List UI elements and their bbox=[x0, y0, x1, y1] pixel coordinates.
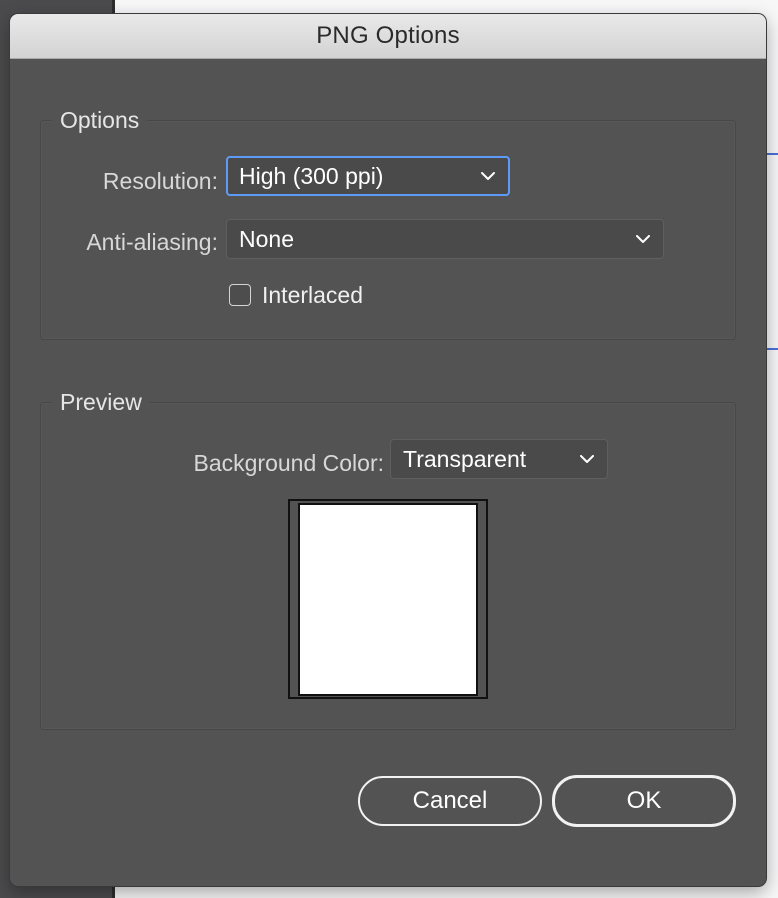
resolution-label: Resolution: bbox=[102, 168, 218, 194]
antialiasing-label: Anti-aliasing: bbox=[86, 229, 218, 255]
antialiasing-select[interactable]: None bbox=[226, 219, 664, 259]
chevron-down-icon bbox=[635, 231, 651, 247]
interlaced-label[interactable]: Interlaced bbox=[262, 282, 363, 309]
chevron-down-icon bbox=[480, 168, 496, 184]
dialog-title: PNG Options bbox=[316, 22, 460, 49]
canvas-guide-line bbox=[766, 348, 778, 350]
interlaced-checkbox[interactable] bbox=[229, 284, 251, 306]
preview-thumbnail-page bbox=[298, 503, 478, 696]
chevron-down-icon bbox=[579, 451, 595, 467]
preview-legend: Preview bbox=[52, 389, 150, 416]
resolution-value: High (300 ppi) bbox=[239, 162, 384, 189]
antialiasing-value: None bbox=[239, 225, 294, 252]
ok-button[interactable]: OK bbox=[552, 775, 736, 827]
dialog-titlebar[interactable]: PNG Options bbox=[10, 14, 766, 59]
background-color-value: Transparent bbox=[403, 445, 527, 472]
canvas-guide-line bbox=[766, 153, 778, 155]
options-legend: Options bbox=[52, 107, 148, 134]
background-color-label: Background Color: bbox=[193, 450, 385, 476]
background-color-select[interactable]: Transparent bbox=[390, 439, 608, 479]
png-options-dialog: PNG Options Options Resolution: High (30… bbox=[10, 14, 766, 886]
resolution-select[interactable]: High (300 ppi) bbox=[226, 156, 510, 196]
cancel-button[interactable]: Cancel bbox=[358, 776, 542, 826]
